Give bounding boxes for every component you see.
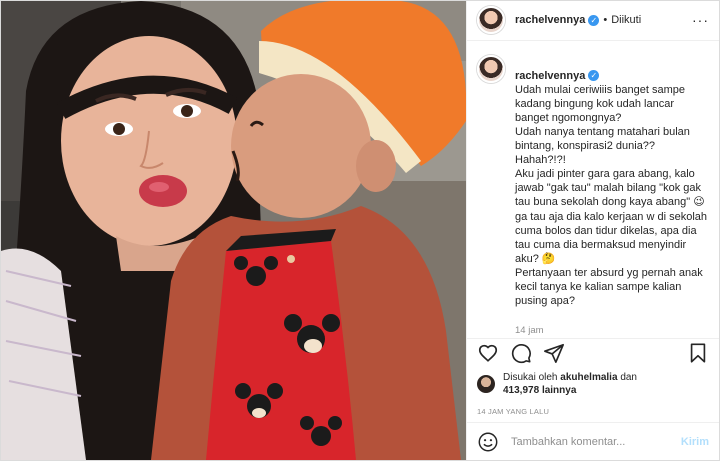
likes-prefix: Disukai oleh — [503, 372, 558, 384]
emoji-icon[interactable] — [477, 431, 499, 453]
caption: rachelvennya ✓ Udah mulai ceriwiiis bange… — [515, 55, 709, 339]
caption-section: rachelvennya ✓ Udah mulai ceriwiiis bange… — [467, 41, 719, 339]
post-image — [1, 1, 466, 460]
caption-timestamp: 14 jam — [515, 325, 544, 337]
liker-username[interactable]: akuhelmalia — [560, 372, 617, 383]
post-photo[interactable] — [1, 1, 466, 460]
post-header: rachelvennya ✓ • Diikuti ··· — [467, 1, 719, 41]
likes-count[interactable]: 413,978 — [503, 385, 539, 396]
author-username[interactable]: rachelvennya — [515, 14, 585, 26]
follow-status-button[interactable]: Diikuti — [611, 14, 641, 26]
send-comment-button[interactable]: Kirim — [681, 436, 709, 448]
more-icon[interactable]: ··· — [692, 12, 709, 28]
share-icon[interactable] — [543, 342, 565, 364]
bookmark-icon[interactable] — [687, 342, 709, 364]
comment-input[interactable] — [511, 435, 681, 448]
verified-icon: ✓ — [588, 70, 600, 82]
caption-username[interactable]: rachelvennya — [515, 70, 585, 82]
post-sidebar: rachelvennya ✓ • Diikuti ··· rachelvenny… — [466, 1, 719, 460]
comment-bar: Kirim — [467, 422, 719, 460]
liker-avatar[interactable] — [477, 375, 495, 394]
comment-icon[interactable] — [510, 342, 532, 364]
likes-row: Disukai oleh akuhelmalia dan 413,978 lai… — [467, 368, 719, 399]
post-timestamp: 14 JAM YANG LALU — [477, 406, 550, 416]
likes-summary: Disukai oleh akuhelmalia dan 413,978 lai… — [503, 371, 637, 397]
action-bar — [467, 338, 719, 367]
instagram-post: rachelvennya ✓ • Diikuti ··· rachelvenny… — [0, 0, 720, 461]
verified-icon: ✓ — [588, 14, 600, 26]
likes-suffix[interactable]: lainnya — [542, 385, 576, 396]
likes-conj: dan — [620, 372, 637, 384]
caption-avatar[interactable] — [477, 54, 505, 83]
caption-text: Udah mulai ceriwiiis banget sampe kadang… — [515, 83, 708, 308]
heart-icon[interactable] — [477, 342, 499, 364]
separator-dot: • — [603, 14, 608, 27]
author-avatar[interactable] — [477, 6, 505, 35]
